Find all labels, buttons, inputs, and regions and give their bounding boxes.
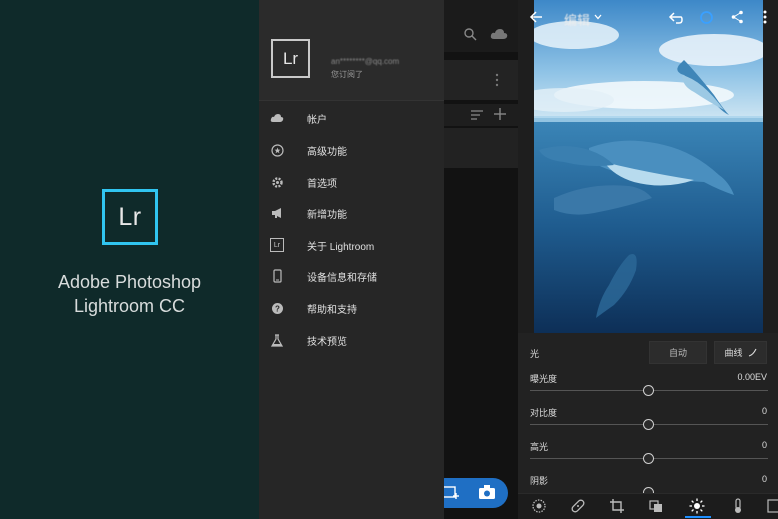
curve-icon [748, 348, 756, 357]
menu-item-help[interactable]: ? 帮助和支持 [259, 293, 444, 323]
library-row [444, 128, 518, 168]
subscription-status: 您订阅了 [331, 70, 363, 79]
lightroom-logo-text: Lr [118, 202, 142, 231]
navigation-drawer: Lr an********@qq.com 您订阅了 帐户 高级功能 首选项 新增… [259, 0, 444, 519]
menu-item-label: 高级功能 [307, 146, 347, 158]
add-icon[interactable] [494, 108, 506, 120]
phone-icon [270, 269, 284, 283]
menu-item-preferences[interactable]: 首选项 [259, 167, 444, 197]
menu-item-label: 帮助和支持 [307, 304, 357, 316]
lr-app-icon: Lr [271, 39, 310, 78]
auto-button[interactable]: 自动 [649, 341, 707, 364]
presets-icon[interactable] [531, 498, 547, 514]
curve-button[interactable]: 曲线 [714, 341, 767, 364]
search-icon[interactable] [463, 27, 477, 41]
menu-item-about[interactable]: Lr 关于 Lightroom [259, 230, 444, 260]
menu-item-whats-new[interactable]: 新增功能 [259, 198, 444, 228]
svg-text:?: ? [275, 304, 280, 313]
slider-thumb-exposure[interactable] [643, 385, 654, 396]
undo-icon[interactable] [667, 10, 683, 26]
sort-icon[interactable] [470, 110, 484, 120]
lr-app-icon-text: Lr [282, 48, 299, 68]
camera-icon[interactable] [478, 484, 496, 500]
slider-value-highlights: 0 [761, 440, 767, 450]
splash-title-line2: Lightroom CC [73, 296, 186, 316]
splash-panel: Lr Adobe Photoshop Lightroom CC [0, 0, 259, 519]
crop-icon[interactable] [609, 498, 625, 514]
megaphone-icon [270, 206, 284, 220]
effects-icon[interactable] [767, 498, 778, 514]
section-title-light: 光 [530, 349, 540, 359]
lightroom-logo: Lr [102, 189, 158, 245]
menu-item-account[interactable]: 帐户 [259, 103, 444, 133]
curve-button-label: 曲线 [724, 348, 743, 358]
splash-title-line1: Adobe Photoshop [57, 272, 202, 292]
menu-item-label: 关于 Lightroom [307, 241, 375, 253]
user-email: an********@qq.com [331, 57, 400, 66]
chevron-down-icon[interactable] [594, 14, 602, 20]
color-temp-icon[interactable] [730, 498, 746, 514]
sync-icon[interactable] [699, 10, 714, 25]
menu-item-label: 帐户 [307, 114, 327, 126]
slider-value-shadows: 0 [761, 474, 767, 484]
dolphin-photo [534, 0, 763, 333]
menu-item-label: 技术预览 [307, 336, 347, 348]
slider-label-contrast: 对比度 [530, 408, 558, 418]
more-vert-icon[interactable] [495, 73, 499, 87]
light-icon[interactable] [689, 498, 705, 514]
menu-item-device-storage[interactable]: 设备信息和存储 [259, 261, 444, 291]
active-tool-indicator [685, 516, 711, 518]
library-row [444, 60, 518, 100]
lr-icon: Lr [270, 238, 284, 252]
selective-icon[interactable] [648, 498, 664, 514]
add-photo-icon[interactable] [442, 484, 460, 500]
menu-item-premium[interactable]: 高级功能 [259, 135, 444, 165]
share-icon[interactable] [731, 10, 744, 24]
help-icon: ? [270, 301, 284, 315]
slider-label-shadows: 阴影 [530, 476, 549, 486]
healing-icon[interactable] [570, 498, 586, 514]
star-circle-icon [270, 143, 284, 157]
slider-value-exposure: 0.00EV [737, 372, 767, 382]
drawer-header: Lr an********@qq.com 您订阅了 [259, 0, 444, 101]
slider-label-highlights: 高光 [530, 442, 549, 452]
cloud-icon [270, 111, 284, 125]
gear-icon [270, 175, 284, 189]
slider-thumb-highlights[interactable] [643, 453, 654, 464]
more-vert-icon[interactable] [763, 10, 767, 24]
menu-item-label: 首选项 [307, 178, 337, 190]
back-arrow-icon[interactable] [529, 10, 543, 24]
menu-item-label: 设备信息和存储 [307, 272, 377, 284]
cloud-icon[interactable] [490, 28, 508, 40]
flask-icon [270, 333, 284, 347]
slider-thumb-contrast[interactable] [643, 419, 654, 430]
menu-item-tech-preview[interactable]: 技术预览 [259, 325, 444, 355]
editor-title[interactable]: 编辑 [564, 10, 590, 29]
slider-value-contrast: 0 [761, 406, 767, 416]
menu-item-label: 新增功能 [307, 209, 347, 221]
slider-label-exposure: 曝光度 [530, 374, 558, 384]
